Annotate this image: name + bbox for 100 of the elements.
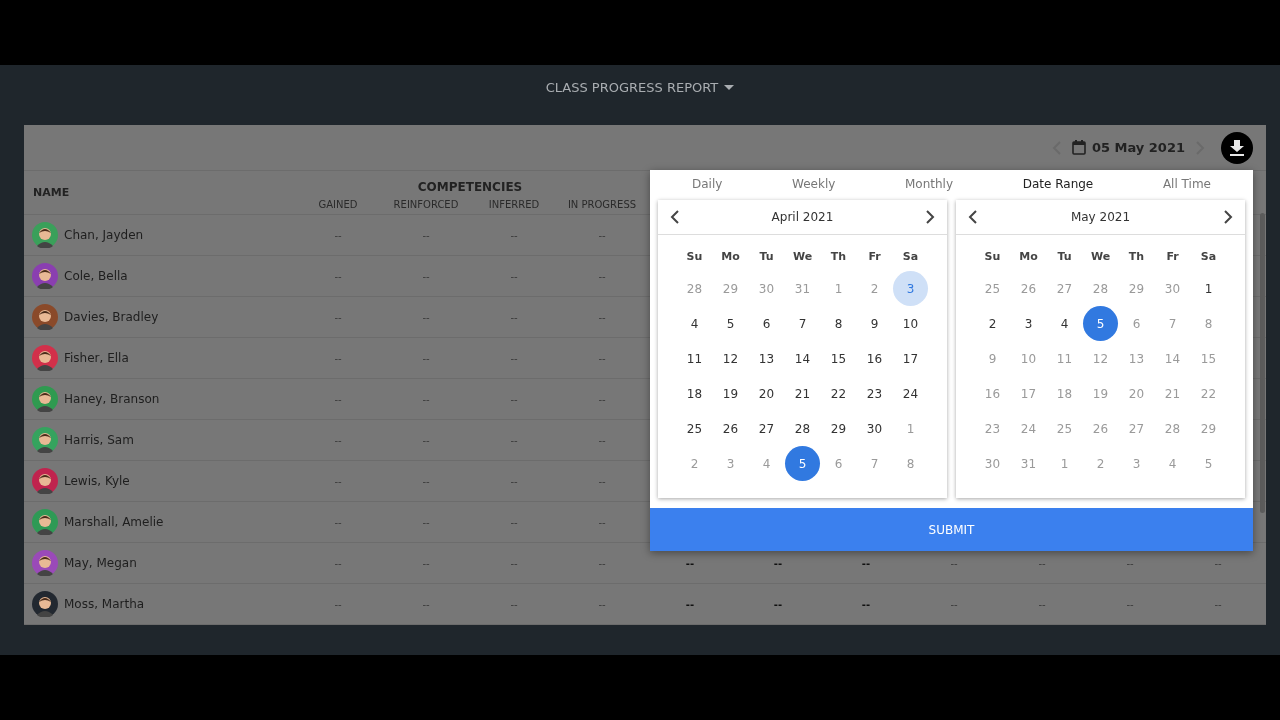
calendar-day[interactable]: 3 [893, 271, 928, 306]
calendar-day[interactable]: 5 [713, 306, 748, 341]
calendar-day[interactable]: 30 [749, 271, 784, 306]
calendar-day[interactable]: 4 [749, 446, 784, 481]
calendar-day[interactable]: 8 [821, 306, 856, 341]
next-month-button[interactable] [925, 210, 935, 224]
student-name: Moss, Martha [64, 597, 145, 611]
calendar-day[interactable]: 26 [713, 411, 748, 446]
calendar-day[interactable]: 6 [1119, 306, 1154, 341]
period-tab[interactable]: Monthly [905, 177, 954, 191]
period-tab[interactable]: Weekly [792, 177, 836, 191]
calendar-day[interactable]: 22 [821, 376, 856, 411]
calendar-day[interactable]: 10 [1011, 341, 1046, 376]
calendar-day[interactable]: 8 [1191, 306, 1226, 341]
calendar-day[interactable]: 26 [1083, 411, 1118, 446]
calendar-day[interactable]: 23 [975, 411, 1010, 446]
calendar-day[interactable]: 1 [821, 271, 856, 306]
calendar-day[interactable]: 6 [749, 306, 784, 341]
calendar-day[interactable]: 2 [857, 271, 892, 306]
calendar-day[interactable]: 18 [677, 376, 712, 411]
calendar-day[interactable]: 31 [1011, 446, 1046, 481]
calendar-day[interactable]: 27 [1047, 271, 1082, 306]
calendar-day[interactable]: 21 [785, 376, 820, 411]
calendar-day[interactable]: 29 [1191, 411, 1226, 446]
calendar-day[interactable]: 9 [857, 306, 892, 341]
calendar-day[interactable]: 9 [975, 341, 1010, 376]
calendar-day[interactable]: 1 [893, 411, 928, 446]
date-selector[interactable]: 05 May 2021 [1071, 140, 1185, 155]
calendar-day[interactable]: 17 [1011, 376, 1046, 411]
report-title-dropdown[interactable]: CLASS PROGRESS REPORT [541, 78, 739, 97]
calendar-day[interactable]: 6 [821, 446, 856, 481]
calendar-day[interactable]: 28 [677, 271, 712, 306]
calendar-day[interactable]: 15 [821, 341, 856, 376]
period-tab[interactable]: Daily [692, 177, 723, 191]
calendar-day[interactable]: 19 [1083, 376, 1118, 411]
calendar-day[interactable]: 27 [749, 411, 784, 446]
calendar-day[interactable]: 3 [1011, 306, 1046, 341]
calendar-day[interactable]: 19 [713, 376, 748, 411]
calendar-day[interactable]: 25 [975, 271, 1010, 306]
scrollbar[interactable] [1260, 213, 1265, 513]
calendar-day[interactable]: 4 [1155, 446, 1190, 481]
calendar-day[interactable]: 12 [1083, 341, 1118, 376]
calendar-day[interactable]: 10 [893, 306, 928, 341]
period-tab[interactable]: Date Range [1022, 177, 1094, 191]
calendar-day[interactable]: 5 [785, 446, 820, 481]
calendar-day[interactable]: 4 [677, 306, 712, 341]
calendar-day[interactable]: 23 [857, 376, 892, 411]
calendar-day[interactable]: 30 [1155, 271, 1190, 306]
submit-button[interactable]: SUBMIT [650, 508, 1253, 551]
calendar-day[interactable]: 2 [1083, 446, 1118, 481]
calendar-day[interactable]: 18 [1047, 376, 1082, 411]
calendar-day[interactable]: 12 [713, 341, 748, 376]
calendar-day[interactable]: 28 [785, 411, 820, 446]
calendar-day[interactable]: 28 [1083, 271, 1118, 306]
calendar-day[interactable]: 20 [1119, 376, 1154, 411]
calendar-day[interactable]: 21 [1155, 376, 1190, 411]
calendar-day[interactable]: 4 [1047, 306, 1082, 341]
calendar-day[interactable]: 7 [857, 446, 892, 481]
calendar-day[interactable]: 3 [1119, 446, 1154, 481]
next-month-button[interactable] [1223, 210, 1233, 224]
calendar-day[interactable]: 15 [1191, 341, 1226, 376]
calendar-day[interactable]: 25 [1047, 411, 1082, 446]
calendar-day[interactable]: 31 [785, 271, 820, 306]
calendar-day[interactable]: 28 [1155, 411, 1190, 446]
calendar-day[interactable]: 5 [1191, 446, 1226, 481]
calendar-day[interactable]: 7 [785, 306, 820, 341]
calendar-day[interactable]: 14 [785, 341, 820, 376]
calendar-day[interactable]: 24 [1011, 411, 1046, 446]
previous-month-button[interactable] [968, 210, 978, 224]
calendar-day[interactable]: 16 [857, 341, 892, 376]
calendar-day[interactable]: 2 [677, 446, 712, 481]
calendar-day[interactable]: 11 [677, 341, 712, 376]
calendar-day[interactable]: 24 [893, 376, 928, 411]
calendar-day[interactable]: 30 [857, 411, 892, 446]
calendar-day[interactable]: 16 [975, 376, 1010, 411]
calendar-day[interactable]: 3 [713, 446, 748, 481]
table-cell: -- [510, 557, 518, 569]
calendar-day[interactable]: 30 [975, 446, 1010, 481]
calendar-day[interactable]: 29 [821, 411, 856, 446]
calendar-day[interactable]: 13 [749, 341, 784, 376]
download-button[interactable] [1221, 131, 1253, 164]
calendar-day[interactable]: 29 [1119, 271, 1154, 306]
calendar-day[interactable]: 1 [1191, 271, 1226, 306]
calendar-day[interactable]: 29 [713, 271, 748, 306]
calendar-day[interactable]: 17 [893, 341, 928, 376]
calendar-day[interactable]: 2 [975, 306, 1010, 341]
calendar-day[interactable]: 8 [893, 446, 928, 481]
calendar-day[interactable]: 26 [1011, 271, 1046, 306]
calendar-day[interactable]: 7 [1155, 306, 1190, 341]
calendar-day[interactable]: 27 [1119, 411, 1154, 446]
calendar-day[interactable]: 13 [1119, 341, 1154, 376]
calendar-day[interactable]: 22 [1191, 376, 1226, 411]
calendar-day[interactable]: 14 [1155, 341, 1190, 376]
calendar-day[interactable]: 25 [677, 411, 712, 446]
calendar-day[interactable]: 11 [1047, 341, 1082, 376]
calendar-day[interactable]: 20 [749, 376, 784, 411]
period-tab[interactable]: All Time [1162, 177, 1211, 191]
calendar-day[interactable]: 5 [1083, 306, 1118, 341]
calendar-day[interactable]: 1 [1047, 446, 1082, 481]
previous-month-button[interactable] [670, 210, 680, 224]
